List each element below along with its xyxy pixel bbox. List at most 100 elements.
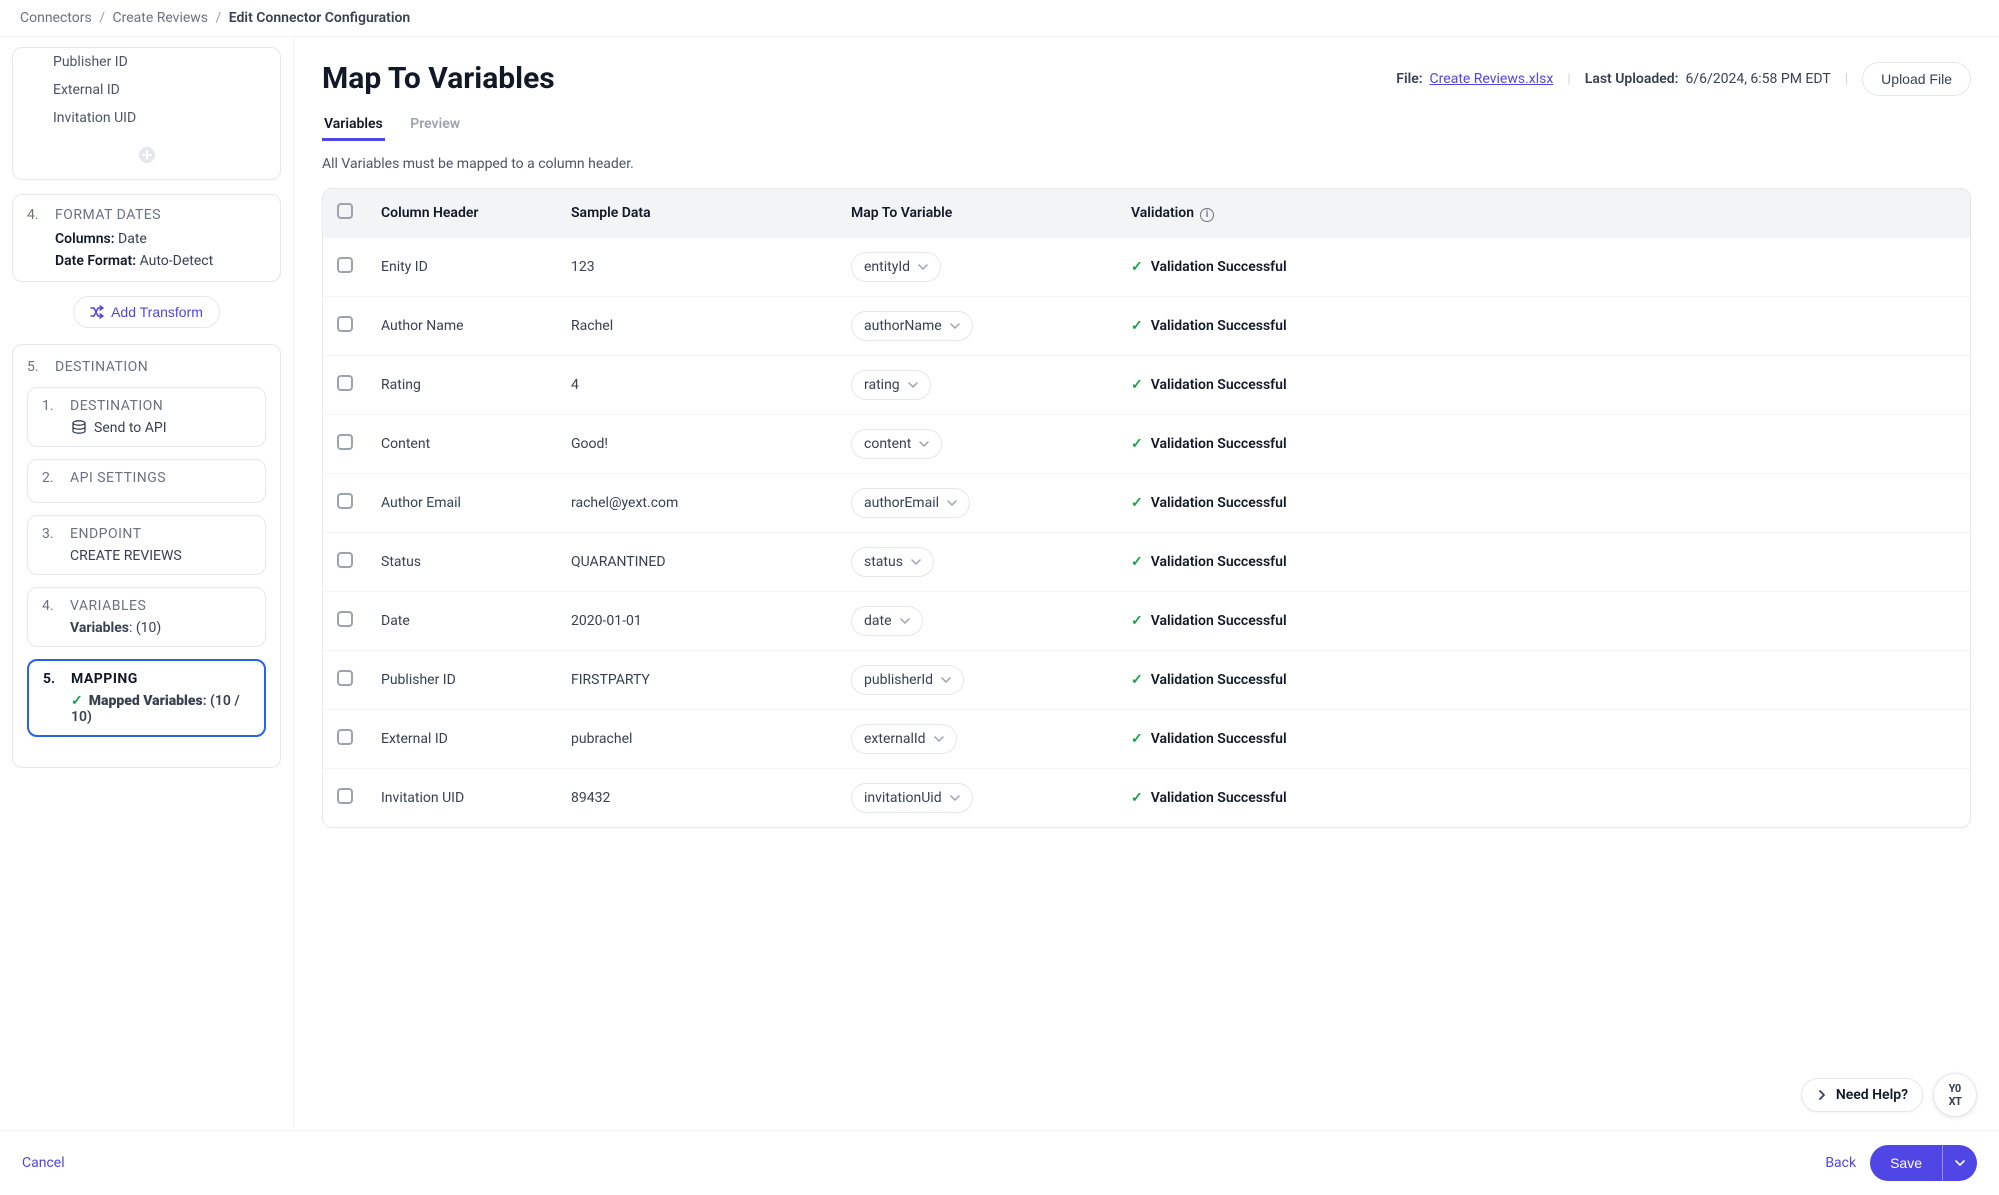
map-variable-select[interactable]: date (851, 606, 923, 636)
check-icon: ✓ (1131, 731, 1143, 747)
validation-status: ✓Validation Successful (1131, 790, 1956, 806)
cell-column-header: Author Email (367, 473, 557, 532)
row-checkbox[interactable] (337, 434, 353, 450)
validation-status: ✓Validation Successful (1131, 495, 1956, 511)
file-link[interactable]: Create Reviews.xlsx (1430, 71, 1554, 87)
map-variable-select[interactable]: content (851, 429, 942, 459)
row-checkbox[interactable] (337, 493, 353, 509)
sidebar: Publisher ID External ID Invitation UID … (0, 37, 294, 1130)
breadcrumb-level-1[interactable]: Connectors (20, 10, 92, 26)
validation-status: ✓Validation Successful (1131, 318, 1956, 334)
chevron-down-icon (941, 675, 951, 685)
cell-column-header: Invitation UID (367, 768, 557, 827)
cell-column-header: Status (367, 532, 557, 591)
sidebar-column-item: Invitation UID (53, 104, 266, 132)
yext-logo-button[interactable]: Y0XT (1933, 1073, 1977, 1117)
shuffle-icon (90, 305, 104, 319)
table-row: Author Name Rachel authorName ✓Validatio… (323, 296, 1970, 355)
map-variable-select[interactable]: authorEmail (851, 488, 970, 518)
th-sample-data: Sample Data (557, 189, 837, 237)
table-row: Enity ID 123 entityId ✓Validation Succes… (323, 237, 1970, 296)
table-row: Rating 4 rating ✓Validation Successful (323, 355, 1970, 414)
check-icon: ✓ (1131, 377, 1143, 393)
select-all-checkbox[interactable] (337, 203, 353, 219)
cell-column-header: Author Name (367, 296, 557, 355)
th-map-variable: Map To Variable (837, 189, 1117, 237)
cell-column-header: External ID (367, 709, 557, 768)
sidebar-item-api-settings[interactable]: 2. API SETTINGS (27, 459, 266, 503)
tab-variables[interactable]: Variables (322, 110, 385, 141)
map-variable-select[interactable]: status (851, 547, 934, 577)
chevron-down-icon (911, 557, 921, 567)
table-row: Status QUARANTINED status ✓Validation Su… (323, 532, 1970, 591)
map-variable-select[interactable]: invitationUid (851, 783, 973, 813)
breadcrumb: Connectors / Create Reviews / Edit Conne… (0, 0, 1999, 37)
cell-sample-data: QUARANTINED (557, 532, 837, 591)
map-variable-select[interactable]: publisherId (851, 665, 964, 695)
check-icon: ✓ (1131, 259, 1143, 275)
table-row: Invitation UID 89432 invitationUid ✓Vali… (323, 768, 1970, 827)
save-button[interactable]: Save (1870, 1145, 1942, 1181)
cell-sample-data: Rachel (557, 296, 837, 355)
sidebar-item-destination[interactable]: 1. DESTINATION Send to API (27, 387, 266, 447)
cell-sample-data: Good! (557, 414, 837, 473)
map-variable-select[interactable]: rating (851, 370, 931, 400)
cell-column-header: Date (367, 591, 557, 650)
row-checkbox[interactable] (337, 316, 353, 332)
map-variable-select[interactable]: authorName (851, 311, 973, 341)
sidebar-destination-group: 5. DESTINATION 1. DESTINATION Send to AP… (12, 344, 281, 768)
breadcrumb-level-2[interactable]: Create Reviews (112, 10, 208, 26)
file-label: File: (1396, 71, 1422, 87)
check-icon: ✓ (1131, 790, 1143, 806)
row-checkbox[interactable] (337, 611, 353, 627)
sidebar-columns-panel[interactable]: Publisher ID External ID Invitation UID (12, 47, 281, 180)
row-checkbox[interactable] (337, 552, 353, 568)
map-variable-select[interactable]: externalId (851, 724, 957, 754)
cell-column-header: Publisher ID (367, 650, 557, 709)
row-checkbox[interactable] (337, 257, 353, 273)
sidebar-item-mapping[interactable]: 5. MAPPING ✓Mapped Variables: (10 / 10) (27, 659, 266, 737)
row-checkbox[interactable] (337, 788, 353, 804)
validation-status: ✓Validation Successful (1131, 259, 1956, 275)
tab-preview[interactable]: Preview (408, 110, 462, 138)
upload-file-button[interactable]: Upload File (1862, 62, 1971, 96)
cell-sample-data: pubrachel (557, 709, 837, 768)
th-validation: Validationi (1117, 189, 1970, 237)
cell-sample-data: rachel@yext.com (557, 473, 837, 532)
validation-status: ✓Validation Successful (1131, 731, 1956, 747)
chevron-down-icon (900, 616, 910, 626)
info-icon[interactable]: i (1200, 208, 1214, 222)
table-row: Author Email rachel@yext.com authorEmail… (323, 473, 1970, 532)
mapping-hint: All Variables must be mapped to a column… (322, 156, 1971, 172)
chevron-down-icon (947, 498, 957, 508)
last-uploaded-value: 6/6/2024, 6:58 PM EDT (1685, 71, 1830, 87)
chevron-down-icon (918, 262, 928, 272)
cell-column-header: Rating (367, 355, 557, 414)
cancel-button[interactable]: Cancel (22, 1155, 65, 1171)
add-transform-button[interactable]: Add Transform (73, 296, 220, 328)
need-help-button[interactable]: Need Help? (1801, 1078, 1923, 1112)
check-icon: ✓ (71, 693, 83, 709)
cell-sample-data: 2020-01-01 (557, 591, 837, 650)
sidebar-step-format-dates[interactable]: 4. FORMAT DATES Columns: Date Date Forma… (12, 194, 281, 282)
check-icon: ✓ (1131, 554, 1143, 570)
row-checkbox[interactable] (337, 375, 353, 391)
row-checkbox[interactable] (337, 729, 353, 745)
table-row: Content Good! content ✓Validation Succes… (323, 414, 1970, 473)
add-column-icon[interactable] (13, 146, 280, 179)
cell-sample-data: 89432 (557, 768, 837, 827)
tabs: Variables Preview (322, 110, 1971, 142)
cell-column-header: Enity ID (367, 237, 557, 296)
sidebar-item-variables[interactable]: 4. VARIABLES Variables: (10) (27, 587, 266, 647)
database-icon (70, 420, 88, 434)
chevron-down-icon (934, 734, 944, 744)
page-title: Map To Variables (322, 61, 555, 96)
chevron-down-icon (919, 439, 929, 449)
map-variable-select[interactable]: entityId (851, 252, 941, 282)
check-icon: ✓ (1131, 436, 1143, 452)
save-dropdown-button[interactable] (1942, 1145, 1977, 1181)
sidebar-item-endpoint[interactable]: 3. ENDPOINT CREATE REVIEWS (27, 515, 266, 575)
table-row: Date 2020-01-01 date ✓Validation Success… (323, 591, 1970, 650)
row-checkbox[interactable] (337, 670, 353, 686)
back-button[interactable]: Back (1825, 1155, 1856, 1171)
